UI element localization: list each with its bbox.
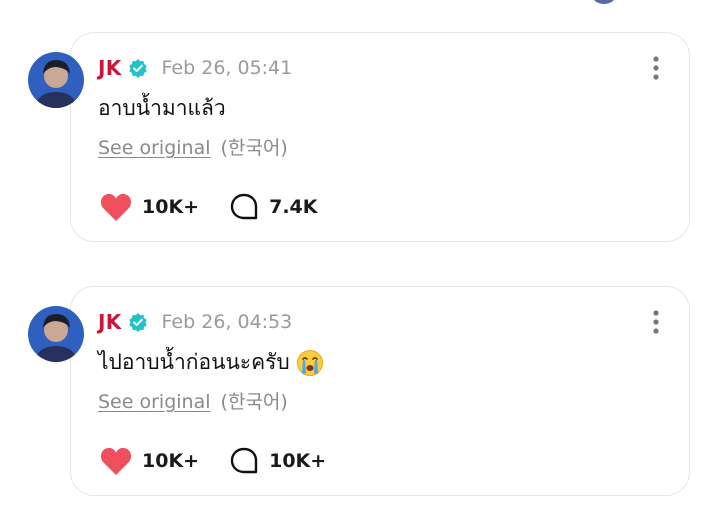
author-name[interactable]: JK bbox=[98, 310, 122, 334]
comment-bubble-icon bbox=[229, 446, 259, 476]
verified-badge-icon bbox=[128, 312, 148, 332]
original-language: (한국어) bbox=[220, 391, 288, 413]
like-count: 10K+ bbox=[142, 450, 200, 472]
more-options-icon[interactable] bbox=[646, 54, 666, 82]
heart-icon bbox=[100, 192, 132, 222]
post-actions: 10K+ 7.4K bbox=[100, 191, 317, 223]
post-text: ไปอาบน้ำก่อนนะครับ bbox=[98, 346, 324, 379]
translation-row: See original (한국어) bbox=[98, 133, 288, 160]
comment-button[interactable]: 10K+ bbox=[229, 446, 326, 476]
like-button[interactable]: 10K+ bbox=[100, 446, 199, 476]
post-text: อาบน้ำมาแล้ว bbox=[98, 92, 226, 125]
translation-row: See original (한국어) bbox=[98, 387, 288, 414]
see-original-link[interactable]: See original bbox=[98, 137, 211, 159]
comment-count: 10K+ bbox=[269, 450, 327, 472]
original-language: (한국어) bbox=[220, 137, 288, 159]
like-button[interactable]: 10K+ bbox=[100, 192, 199, 222]
avatar[interactable] bbox=[590, 0, 618, 4]
post-header: JK Feb 26, 04:53 bbox=[98, 309, 292, 335]
comment-button[interactable]: 7.4K bbox=[229, 192, 317, 222]
post-actions: 10K+ 10K+ bbox=[100, 445, 326, 477]
post-timestamp: Feb 26, 05:41 bbox=[161, 57, 293, 79]
see-original-link[interactable]: See original bbox=[98, 391, 211, 413]
avatar[interactable] bbox=[28, 306, 84, 362]
verified-badge-icon bbox=[128, 58, 148, 78]
post-timestamp: Feb 26, 04:53 bbox=[161, 311, 293, 333]
comment-bubble-icon bbox=[229, 192, 259, 222]
author-name[interactable]: JK bbox=[98, 56, 122, 80]
heart-icon bbox=[100, 446, 132, 476]
feed: JK Feb 26, 05:41 อาบน้ำมาแล้ว See origin… bbox=[0, 0, 716, 518]
post-body: ไปอาบน้ำก่อนนะครับ bbox=[98, 350, 290, 374]
like-count: 10K+ bbox=[142, 196, 200, 218]
post-body: อาบน้ำมาแล้ว bbox=[98, 96, 226, 120]
crying-face-emoji bbox=[296, 349, 324, 377]
avatar[interactable] bbox=[28, 52, 84, 108]
post-header: JK Feb 26, 05:41 bbox=[98, 55, 292, 81]
comment-count: 7.4K bbox=[269, 196, 318, 218]
more-options-icon[interactable] bbox=[646, 308, 666, 336]
